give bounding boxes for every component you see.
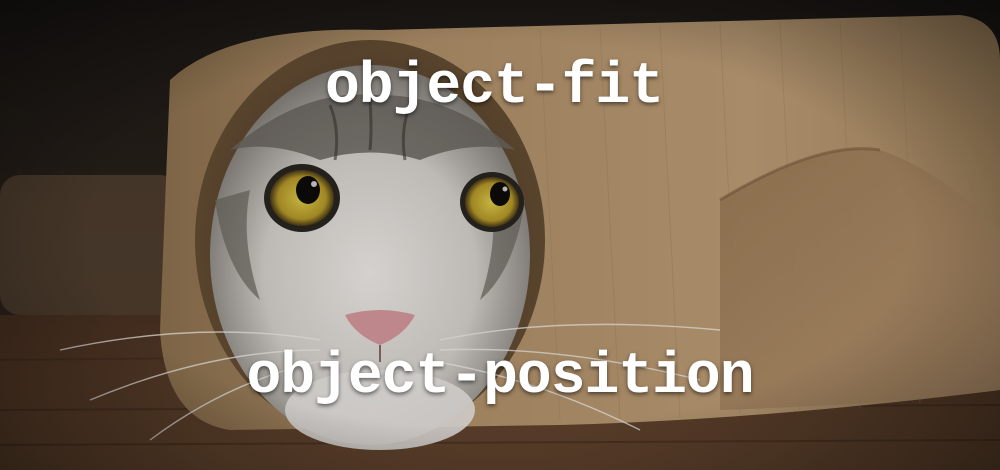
photo-scene: object-fit object-position bbox=[0, 0, 1000, 470]
caption-object-position: object-position bbox=[246, 345, 754, 410]
caption-object-fit: object-fit bbox=[324, 55, 664, 120]
